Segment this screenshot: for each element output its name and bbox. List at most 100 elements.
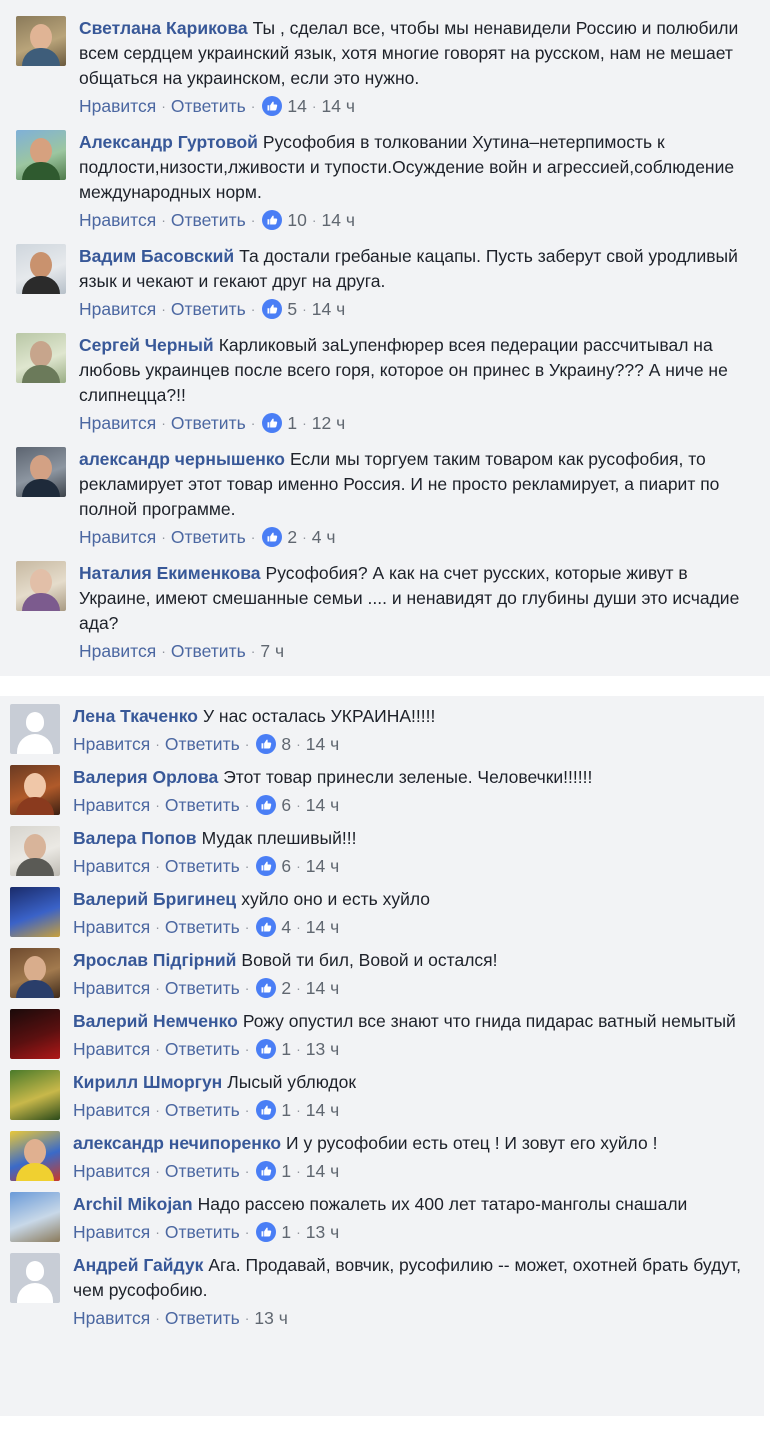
comment-author-link[interactable]: Валера Попов: [73, 828, 197, 848]
avatar[interactable]: [10, 887, 60, 937]
reaction-count[interactable]: 6: [256, 854, 291, 878]
avatar[interactable]: [16, 244, 66, 294]
reply-button[interactable]: Ответить: [165, 1098, 240, 1122]
like-button[interactable]: Нравится: [79, 525, 156, 549]
reply-button[interactable]: Ответить: [165, 915, 240, 939]
comment-author-link[interactable]: Вадим Басовский: [79, 246, 234, 266]
like-count: 6: [281, 795, 292, 815]
comment-author-link[interactable]: Александр Гуртовой: [79, 132, 258, 152]
avatar[interactable]: [16, 333, 66, 383]
reply-button[interactable]: Ответить: [171, 297, 246, 321]
comment-author-link[interactable]: Светлана Карикова: [79, 18, 248, 38]
reply-button[interactable]: Ответить: [165, 793, 240, 817]
like-button[interactable]: Нравится: [73, 1220, 150, 1244]
avatar[interactable]: [10, 765, 60, 815]
comment-author-link[interactable]: Лена Ткаченко: [73, 706, 198, 726]
comment-author-link[interactable]: Валерия Орлова: [73, 767, 218, 787]
reply-button[interactable]: Ответить: [165, 1037, 240, 1061]
comment-message: Лысый ублюдок: [227, 1072, 357, 1092]
reaction-count[interactable]: 5: [262, 297, 297, 321]
like-button[interactable]: Нравится: [79, 639, 156, 663]
comment-author-link[interactable]: Наталия Екименкова: [79, 563, 261, 583]
reply-button[interactable]: Ответить: [165, 732, 240, 756]
comment-timestamp[interactable]: 14 ч: [306, 732, 339, 756]
avatar[interactable]: [16, 561, 66, 611]
comment-message: Мудак плешивый!!!: [201, 828, 357, 848]
reaction-count[interactable]: 1: [256, 1037, 291, 1061]
comment-author-link[interactable]: Сергей Черный: [79, 335, 214, 355]
separator: ·: [250, 301, 256, 317]
reply-button[interactable]: Ответить: [165, 1220, 240, 1244]
reply-button[interactable]: Ответить: [171, 411, 246, 435]
like-button[interactable]: Нравится: [79, 208, 156, 232]
reaction-count[interactable]: 2: [262, 525, 297, 549]
avatar[interactable]: [10, 1070, 60, 1120]
like-button[interactable]: Нравится: [73, 976, 150, 1000]
thumbs-up-icon: [256, 1100, 277, 1120]
comment-timestamp[interactable]: 14 ч: [306, 915, 339, 939]
avatar[interactable]: [10, 704, 60, 754]
comment-author-link[interactable]: Валерий Немченко: [73, 1011, 238, 1031]
avatar[interactable]: [16, 16, 66, 66]
comment-author-link[interactable]: Ярослав Підгірний: [73, 950, 236, 970]
like-button[interactable]: Нравится: [73, 793, 150, 817]
like-button[interactable]: Нравится: [73, 732, 150, 756]
reaction-count[interactable]: 1: [262, 411, 297, 435]
avatar[interactable]: [16, 130, 66, 180]
comment-timestamp[interactable]: 14 ч: [306, 1098, 339, 1122]
like-button[interactable]: Нравится: [73, 915, 150, 939]
reply-button[interactable]: Ответить: [165, 1306, 240, 1330]
reaction-count[interactable]: 2: [256, 976, 291, 1000]
like-button[interactable]: Нравится: [79, 297, 156, 321]
like-button[interactable]: Нравится: [73, 1037, 150, 1061]
separator: ·: [250, 529, 256, 545]
comment-timestamp[interactable]: 14 ч: [306, 854, 339, 878]
reaction-count[interactable]: 6: [256, 793, 291, 817]
comment-author-link[interactable]: александр нечипоренко: [73, 1133, 281, 1153]
comment-timestamp[interactable]: 14 ч: [312, 297, 345, 321]
comment-timestamp[interactable]: 14 ч: [306, 976, 339, 1000]
reply-button[interactable]: Ответить: [171, 525, 246, 549]
comment-timestamp[interactable]: 13 ч: [254, 1306, 287, 1330]
reaction-count[interactable]: 1: [256, 1220, 291, 1244]
comment-author-link[interactable]: александр чернышенко: [79, 449, 285, 469]
like-button[interactable]: Нравится: [73, 1098, 150, 1122]
comment-author-link[interactable]: Андрей Гайдук: [73, 1255, 203, 1275]
reply-button[interactable]: Ответить: [171, 639, 246, 663]
avatar[interactable]: [10, 1009, 60, 1059]
avatar[interactable]: [10, 948, 60, 998]
avatar[interactable]: [10, 826, 60, 876]
comment-timestamp[interactable]: 14 ч: [306, 793, 339, 817]
reply-button[interactable]: Ответить: [165, 976, 240, 1000]
comment-timestamp[interactable]: 4 ч: [312, 525, 336, 549]
comment-timestamp[interactable]: 12 ч: [312, 411, 345, 435]
comment-author-link[interactable]: Валерий Бригинец: [73, 889, 236, 909]
comment-timestamp[interactable]: 13 ч: [306, 1037, 339, 1061]
comment-timestamp[interactable]: 13 ч: [306, 1220, 339, 1244]
avatar[interactable]: [10, 1131, 60, 1181]
like-button[interactable]: Нравится: [73, 854, 150, 878]
comment-author-link[interactable]: Archil Mikojan: [73, 1194, 193, 1214]
avatar[interactable]: [10, 1192, 60, 1242]
reaction-count[interactable]: 1: [256, 1159, 291, 1183]
like-button[interactable]: Нравится: [79, 411, 156, 435]
comment-timestamp[interactable]: 14 ч: [322, 208, 355, 232]
reaction-count[interactable]: 14: [262, 94, 307, 118]
like-button[interactable]: Нравится: [73, 1159, 150, 1183]
reaction-count[interactable]: 1: [256, 1098, 291, 1122]
comment-timestamp[interactable]: 7 ч: [260, 639, 284, 663]
reaction-count[interactable]: 10: [262, 208, 307, 232]
avatar[interactable]: [10, 1253, 60, 1303]
comment-timestamp[interactable]: 14 ч: [322, 94, 355, 118]
avatar[interactable]: [16, 447, 66, 497]
reply-button[interactable]: Ответить: [171, 208, 246, 232]
reply-button[interactable]: Ответить: [165, 1159, 240, 1183]
reaction-count[interactable]: 4: [256, 915, 291, 939]
reaction-count[interactable]: 8: [256, 732, 291, 756]
like-button[interactable]: Нравится: [73, 1306, 150, 1330]
comment-author-link[interactable]: Кирилл Шморгун: [73, 1072, 222, 1092]
comment-timestamp[interactable]: 14 ч: [306, 1159, 339, 1183]
reply-button[interactable]: Ответить: [171, 94, 246, 118]
reply-button[interactable]: Ответить: [165, 854, 240, 878]
like-button[interactable]: Нравится: [79, 94, 156, 118]
